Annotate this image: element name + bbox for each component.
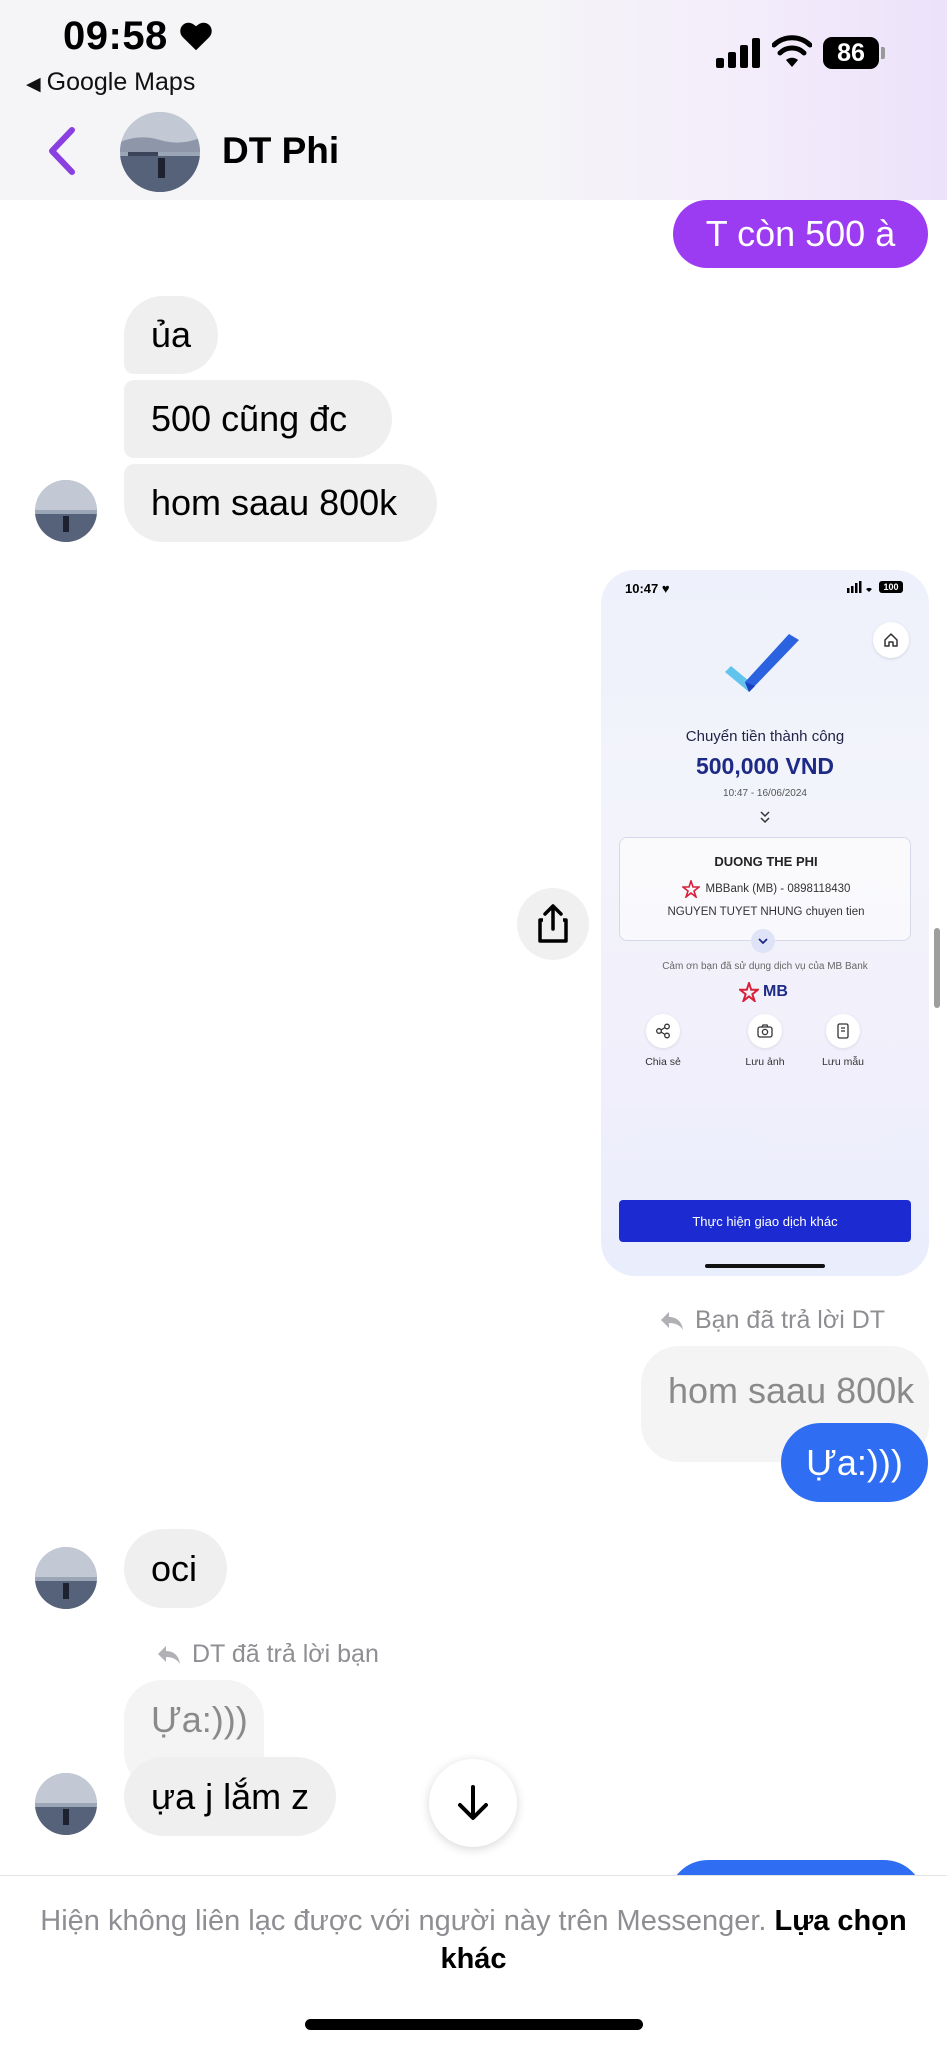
mb-bank-logo: MB	[739, 982, 788, 1002]
incoming-message[interactable]: ủa	[124, 296, 218, 374]
back-chevron-icon[interactable]	[44, 126, 78, 176]
unavailable-text: Hiện không liên lạc được với người này t…	[40, 1905, 767, 1937]
mb-logo-text: MB	[763, 983, 788, 1000]
incoming-message[interactable]: oci	[124, 1529, 227, 1608]
share-receipt-label: Chia sẻ	[645, 1056, 681, 1068]
sender-avatar[interactable]	[35, 480, 97, 542]
unavailable-banner: Hiện không liên lạc được với người này t…	[0, 1875, 947, 2048]
back-triangle-icon: ◀	[26, 74, 41, 95]
outgoing-message[interactable]: T còn 500 à	[673, 200, 928, 268]
recipient-name: DUONG THE PHI	[714, 854, 818, 869]
heart-icon	[180, 22, 212, 51]
sender-avatar[interactable]	[35, 1773, 97, 1835]
contact-name[interactable]: DT Phi	[222, 130, 339, 172]
chevron-down-icon	[758, 938, 768, 945]
status-time: 09:58	[63, 14, 168, 58]
recipient-bank-row: MBBank (MB) - 0898118430	[620, 880, 912, 898]
template-icon	[826, 1014, 860, 1048]
share-icon	[538, 904, 568, 943]
transfer-receipt-image[interactable]: 10:47 ♥ 100 Chuyển tiền thành công 500,0…	[601, 570, 929, 1276]
reply-note: Bạn đã trả lời DT	[659, 1306, 885, 1335]
share-button[interactable]	[517, 888, 589, 960]
receipt-amount: 500,000 VND	[695, 753, 835, 779]
success-check-icon	[725, 634, 799, 692]
wifi-icon	[772, 35, 812, 67]
incoming-message[interactable]: hom saau 800k	[124, 464, 437, 542]
battery-tip	[881, 47, 885, 59]
home-icon	[884, 633, 898, 647]
battery-level: 86	[823, 37, 879, 69]
share-receipt-action[interactable]: Chia sẻ	[623, 1014, 703, 1068]
receipt-home-indicator	[705, 1264, 825, 1268]
reply-arrow-icon	[661, 1311, 683, 1330]
receipt-battery: 100	[883, 582, 899, 592]
expand-details-button[interactable]	[751, 929, 775, 953]
save-template-action[interactable]: Lưu mẫu	[803, 1014, 883, 1068]
sender-avatar[interactable]	[35, 1547, 97, 1609]
reply-note-text: Bạn đã trả lời DT	[695, 1306, 886, 1334]
transfer-note: NGUYEN TUYET NHUNG chuyen tien	[667, 906, 865, 918]
reply-note: DT đã trả lời bạn	[156, 1640, 379, 1669]
receipt-title: Chuyển tiền thành công	[685, 728, 845, 745]
scroll-to-bottom-button[interactable]	[429, 1759, 517, 1847]
unavailable-message: Hiện không liên lạc được với người này t…	[40, 1902, 907, 1978]
incoming-message[interactable]: 500 cũng đc	[124, 380, 392, 458]
receipt-time: 10:47 ♥	[625, 581, 670, 596]
recipient-bank-line: MBBank (MB) - 0898118430	[705, 883, 851, 895]
share-nodes-icon	[646, 1014, 680, 1048]
save-template-label: Lưu mẫu	[821, 1056, 865, 1068]
mb-star-icon	[681, 880, 700, 898]
scrollbar[interactable]	[934, 928, 940, 1008]
reply-note-text: DT đã trả lời bạn	[192, 1640, 379, 1668]
incoming-message[interactable]: ựa j lắm z	[124, 1757, 336, 1836]
cellular-signal-icon	[716, 38, 760, 68]
battery-indicator: 86	[823, 37, 885, 69]
receipt-thanks: Cảm ơn bạn đã sử dụng dịch vụ của MB Ban…	[662, 961, 868, 972]
camera-icon	[748, 1014, 782, 1048]
outgoing-message[interactable]: Ựa:)))	[781, 1423, 928, 1502]
contact-avatar[interactable]	[120, 112, 200, 192]
receipt-home-button[interactable]	[873, 622, 909, 658]
back-app-label: Google Maps	[46, 68, 196, 96]
home-indicator[interactable]	[305, 2019, 643, 2030]
save-image-action[interactable]: Lưu ảnh	[725, 1014, 805, 1068]
double-chevron-down-icon	[760, 811, 770, 824]
receipt-status-icons: 100	[847, 580, 907, 594]
arrow-down-icon	[458, 1785, 488, 1820]
mb-star-icon	[739, 982, 759, 1002]
receipt-datetime: 10:47 - 16/06/2024	[723, 788, 807, 799]
back-to-app-link[interactable]: ◀ Google Maps	[26, 68, 195, 97]
save-image-label: Lưu ảnh	[745, 1056, 785, 1068]
reply-arrow-icon	[158, 1645, 180, 1664]
new-transaction-button[interactable]: Thực hiện giao dịch khác	[619, 1200, 911, 1242]
recipient-card: DUONG THE PHI MBBank (MB) - 0898118430 N…	[619, 837, 911, 941]
